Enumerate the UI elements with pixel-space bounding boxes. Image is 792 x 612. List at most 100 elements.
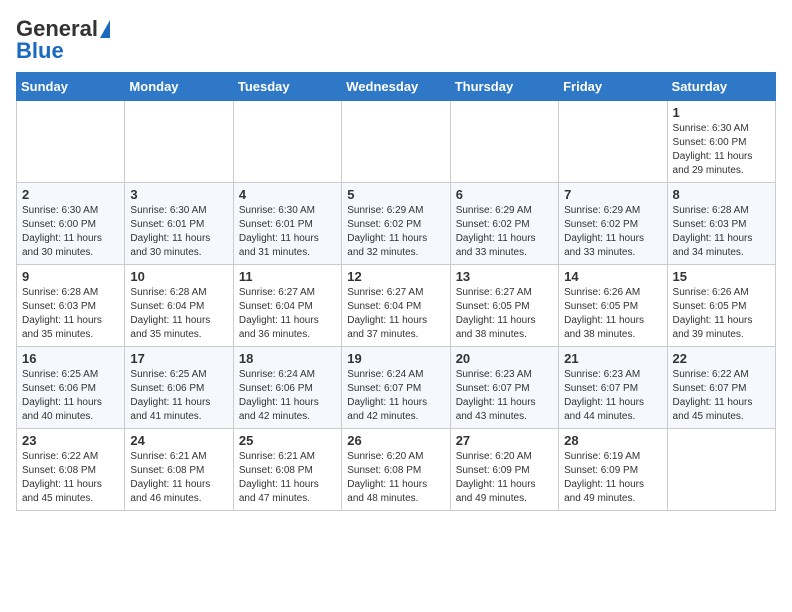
day-info: Sunrise: 6:20 AM Sunset: 6:08 PM Dayligh…: [347, 450, 444, 506]
day-number: 17: [130, 351, 227, 366]
day-number: 18: [239, 351, 336, 366]
day-cell: [233, 101, 341, 183]
day-info: Sunrise: 6:23 AM Sunset: 6:07 PM Dayligh…: [564, 368, 661, 424]
weekday-monday: Monday: [125, 73, 233, 101]
day-cell: 18 Sunrise: 6:24 AM Sunset: 6:06 PM Dayli…: [233, 347, 341, 429]
day-cell: 20 Sunrise: 6:23 AM Sunset: 6:07 PM Dayli…: [450, 347, 558, 429]
day-info: Sunrise: 6:19 AM Sunset: 6:09 PM Dayligh…: [564, 450, 661, 506]
day-info: Sunrise: 6:24 AM Sunset: 6:07 PM Dayligh…: [347, 368, 444, 424]
day-info: Sunrise: 6:22 AM Sunset: 6:08 PM Dayligh…: [22, 450, 119, 506]
day-cell: 28 Sunrise: 6:19 AM Sunset: 6:09 PM Dayli…: [559, 429, 667, 511]
day-cell: [450, 101, 558, 183]
day-cell: 24Sunrise: 6:21 AM Sunset: 6:08 PM Dayli…: [125, 429, 233, 511]
day-number: 28: [564, 433, 661, 448]
day-info: Sunrise: 6:25 AM Sunset: 6:06 PM Dayligh…: [22, 368, 119, 424]
day-info: Sunrise: 6:24 AM Sunset: 6:06 PM Dayligh…: [239, 368, 336, 424]
day-info: Sunrise: 6:27 AM Sunset: 6:04 PM Dayligh…: [347, 286, 444, 342]
day-number: 23: [22, 433, 119, 448]
day-info: Sunrise: 6:27 AM Sunset: 6:05 PM Dayligh…: [456, 286, 553, 342]
day-number: 15: [673, 269, 770, 284]
day-number: 2: [22, 187, 119, 202]
day-cell: 9 Sunrise: 6:28 AM Sunset: 6:03 PM Daylig…: [17, 265, 125, 347]
day-cell: [342, 101, 450, 183]
day-number: 6: [456, 187, 553, 202]
day-info: Sunrise: 6:28 AM Sunset: 6:03 PM Dayligh…: [673, 204, 770, 260]
weekday-wednesday: Wednesday: [342, 73, 450, 101]
day-info: Sunrise: 6:20 AM Sunset: 6:09 PM Dayligh…: [456, 450, 553, 506]
day-cell: 1 Sunrise: 6:30 AM Sunset: 6:00 PM Daylig…: [667, 101, 775, 183]
logo: General Blue: [16, 16, 110, 64]
day-number: 7: [564, 187, 661, 202]
day-cell: 5 Sunrise: 6:29 AM Sunset: 6:02 PM Daylig…: [342, 183, 450, 265]
day-info: Sunrise: 6:29 AM Sunset: 6:02 PM Dayligh…: [347, 204, 444, 260]
day-info: Sunrise: 6:21 AM Sunset: 6:08 PM Dayligh…: [130, 450, 227, 506]
calendar-table: SundayMondayTuesdayWednesdayThursdayFrid…: [16, 72, 776, 511]
week-row-4: 16 Sunrise: 6:25 AM Sunset: 6:06 PM Dayli…: [17, 347, 776, 429]
day-number: 5: [347, 187, 444, 202]
header: General Blue: [16, 16, 776, 64]
day-cell: 2 Sunrise: 6:30 AM Sunset: 6:00 PM Daylig…: [17, 183, 125, 265]
day-number: 12: [347, 269, 444, 284]
day-number: 22: [673, 351, 770, 366]
day-info: Sunrise: 6:29 AM Sunset: 6:02 PM Dayligh…: [564, 204, 661, 260]
day-number: 19: [347, 351, 444, 366]
weekday-tuesday: Tuesday: [233, 73, 341, 101]
day-number: 13: [456, 269, 553, 284]
weekday-friday: Friday: [559, 73, 667, 101]
week-row-5: 23 Sunrise: 6:22 AM Sunset: 6:08 PM Dayli…: [17, 429, 776, 511]
day-number: 4: [239, 187, 336, 202]
day-number: 20: [456, 351, 553, 366]
day-cell: 12 Sunrise: 6:27 AM Sunset: 6:04 PM Dayli…: [342, 265, 450, 347]
day-cell: 17Sunrise: 6:25 AM Sunset: 6:06 PM Dayli…: [125, 347, 233, 429]
day-info: Sunrise: 6:21 AM Sunset: 6:08 PM Dayligh…: [239, 450, 336, 506]
day-info: Sunrise: 6:23 AM Sunset: 6:07 PM Dayligh…: [456, 368, 553, 424]
day-number: 26: [347, 433, 444, 448]
logo-triangle-icon: [100, 20, 110, 38]
weekday-sunday: Sunday: [17, 73, 125, 101]
day-number: 11: [239, 269, 336, 284]
day-info: Sunrise: 6:22 AM Sunset: 6:07 PM Dayligh…: [673, 368, 770, 424]
day-number: 16: [22, 351, 119, 366]
day-cell: 13 Sunrise: 6:27 AM Sunset: 6:05 PM Dayli…: [450, 265, 558, 347]
day-number: 10: [130, 269, 227, 284]
day-cell: 15Sunrise: 6:26 AM Sunset: 6:05 PM Dayli…: [667, 265, 775, 347]
day-info: Sunrise: 6:28 AM Sunset: 6:03 PM Dayligh…: [22, 286, 119, 342]
day-number: 14: [564, 269, 661, 284]
day-info: Sunrise: 6:30 AM Sunset: 6:00 PM Dayligh…: [22, 204, 119, 260]
calendar-body: 1 Sunrise: 6:30 AM Sunset: 6:00 PM Daylig…: [17, 101, 776, 511]
week-row-2: 2 Sunrise: 6:30 AM Sunset: 6:00 PM Daylig…: [17, 183, 776, 265]
day-cell: [17, 101, 125, 183]
day-number: 25: [239, 433, 336, 448]
day-info: Sunrise: 6:27 AM Sunset: 6:04 PM Dayligh…: [239, 286, 336, 342]
day-cell: 25 Sunrise: 6:21 AM Sunset: 6:08 PM Dayli…: [233, 429, 341, 511]
day-info: Sunrise: 6:30 AM Sunset: 6:01 PM Dayligh…: [130, 204, 227, 260]
day-cell: 8 Sunrise: 6:28 AM Sunset: 6:03 PM Daylig…: [667, 183, 775, 265]
day-info: Sunrise: 6:28 AM Sunset: 6:04 PM Dayligh…: [130, 286, 227, 342]
day-cell: 7 Sunrise: 6:29 AM Sunset: 6:02 PM Daylig…: [559, 183, 667, 265]
day-number: 9: [22, 269, 119, 284]
week-row-1: 1 Sunrise: 6:30 AM Sunset: 6:00 PM Daylig…: [17, 101, 776, 183]
logo-blue-text: Blue: [16, 38, 64, 64]
day-cell: 14 Sunrise: 6:26 AM Sunset: 6:05 PM Dayli…: [559, 265, 667, 347]
day-cell: 26 Sunrise: 6:20 AM Sunset: 6:08 PM Dayli…: [342, 429, 450, 511]
day-info: Sunrise: 6:29 AM Sunset: 6:02 PM Dayligh…: [456, 204, 553, 260]
day-cell: 4Sunrise: 6:30 AM Sunset: 6:01 PM Daylig…: [233, 183, 341, 265]
day-cell: [667, 429, 775, 511]
day-cell: 23 Sunrise: 6:22 AM Sunset: 6:08 PM Dayli…: [17, 429, 125, 511]
day-cell: [559, 101, 667, 183]
day-cell: 3 Sunrise: 6:30 AM Sunset: 6:01 PM Daylig…: [125, 183, 233, 265]
day-cell: 10 Sunrise: 6:28 AM Sunset: 6:04 PM Dayli…: [125, 265, 233, 347]
day-info: Sunrise: 6:30 AM Sunset: 6:00 PM Dayligh…: [673, 122, 770, 178]
day-info: Sunrise: 6:26 AM Sunset: 6:05 PM Dayligh…: [564, 286, 661, 342]
week-row-3: 9 Sunrise: 6:28 AM Sunset: 6:03 PM Daylig…: [17, 265, 776, 347]
day-cell: 6 Sunrise: 6:29 AM Sunset: 6:02 PM Daylig…: [450, 183, 558, 265]
day-number: 1: [673, 105, 770, 120]
day-cell: 19 Sunrise: 6:24 AM Sunset: 6:07 PM Dayli…: [342, 347, 450, 429]
day-cell: 27 Sunrise: 6:20 AM Sunset: 6:09 PM Dayli…: [450, 429, 558, 511]
day-number: 3: [130, 187, 227, 202]
day-cell: 16 Sunrise: 6:25 AM Sunset: 6:06 PM Dayli…: [17, 347, 125, 429]
day-number: 8: [673, 187, 770, 202]
day-number: 27: [456, 433, 553, 448]
weekday-header-row: SundayMondayTuesdayWednesdayThursdayFrid…: [17, 73, 776, 101]
day-cell: [125, 101, 233, 183]
